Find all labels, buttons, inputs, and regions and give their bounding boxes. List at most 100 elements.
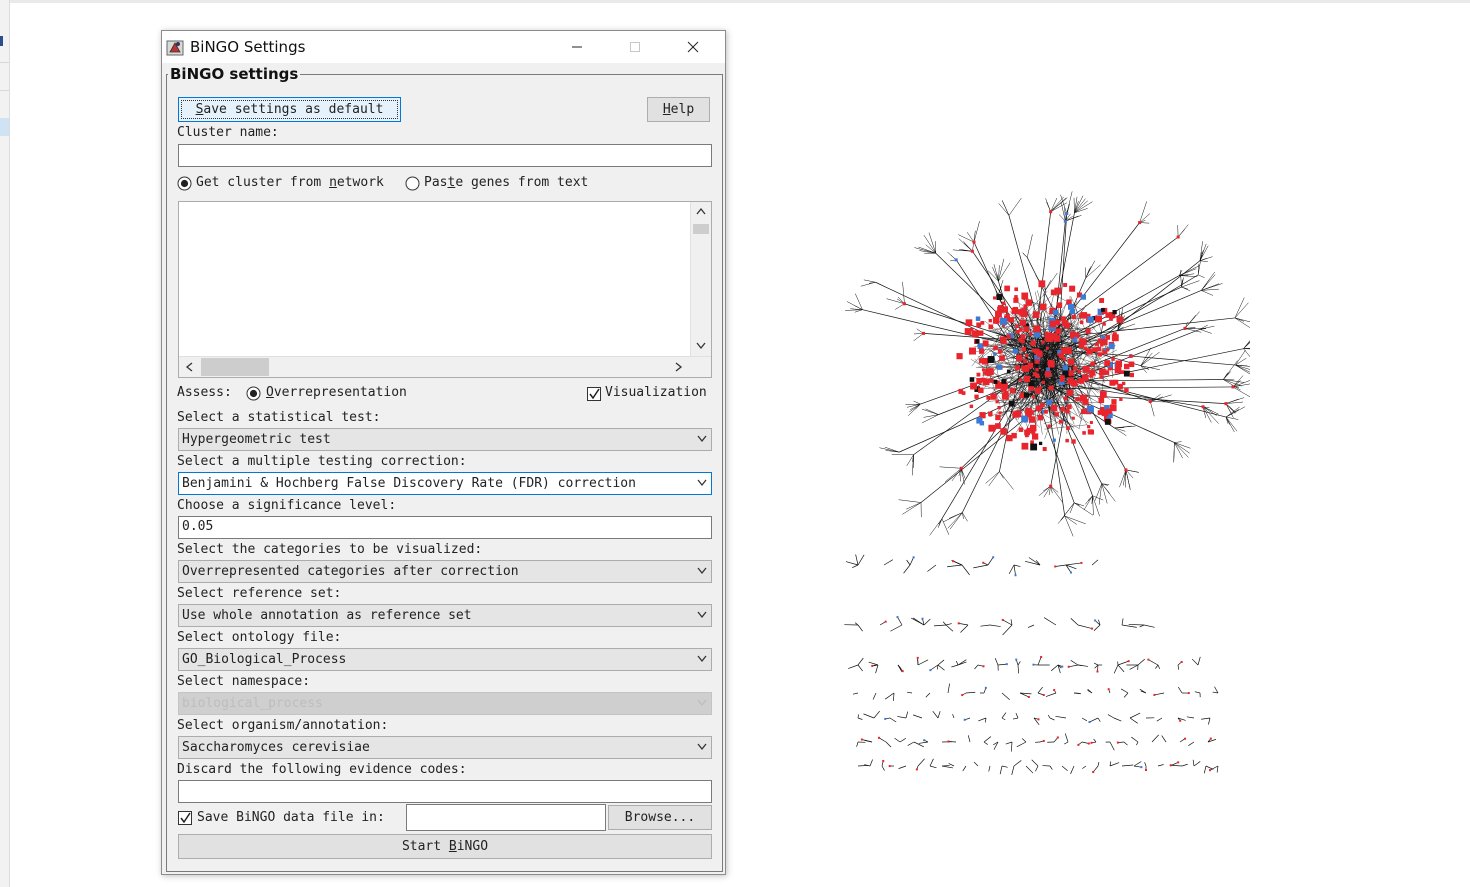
network-node[interactable] <box>1015 324 1019 329</box>
network-node[interactable] <box>969 347 976 355</box>
network-node[interactable] <box>952 560 955 563</box>
network-node[interactable] <box>878 736 881 739</box>
network-node[interactable] <box>1124 468 1128 472</box>
scroll-left-icon[interactable] <box>185 362 193 372</box>
network-node[interactable] <box>1021 346 1026 352</box>
network-node[interactable] <box>995 423 1001 429</box>
network-node[interactable] <box>978 387 984 394</box>
network-node[interactable] <box>1037 414 1044 421</box>
network-node[interactable] <box>998 411 1002 415</box>
network-node[interactable] <box>1006 334 1011 339</box>
network-node[interactable] <box>1034 359 1040 364</box>
network-node[interactable] <box>1031 395 1035 399</box>
network-node[interactable] <box>1018 378 1022 382</box>
network-node[interactable] <box>1153 693 1156 696</box>
network-node[interactable] <box>977 380 981 384</box>
network-node[interactable] <box>1041 340 1045 344</box>
reference-set-select[interactable]: Use whole annotation as reference set <box>178 604 712 627</box>
network-node[interactable] <box>993 379 998 384</box>
get-cluster-from-network-label[interactable]: Get cluster from network <box>196 175 384 190</box>
network-node[interactable] <box>912 556 915 559</box>
network-node[interactable] <box>977 343 984 350</box>
network-node[interactable] <box>992 317 1000 324</box>
network-node[interactable] <box>978 358 985 364</box>
network-node[interactable] <box>1006 369 1011 374</box>
network-node[interactable] <box>970 249 974 253</box>
network-node[interactable] <box>1021 365 1027 372</box>
network-node[interactable] <box>1069 571 1072 574</box>
genes-text-area[interactable] <box>178 201 712 378</box>
network-node[interactable] <box>1015 309 1021 315</box>
network-node[interactable] <box>997 406 1001 410</box>
network-node[interactable] <box>1089 420 1093 425</box>
network-node[interactable] <box>1000 317 1008 325</box>
network-node[interactable] <box>1057 349 1062 354</box>
network-node[interactable] <box>1020 339 1025 344</box>
network-node[interactable] <box>1039 303 1047 311</box>
network-node[interactable] <box>1102 322 1106 326</box>
network-node[interactable] <box>996 364 1003 370</box>
network-node[interactable] <box>922 331 926 335</box>
network-node[interactable] <box>1090 741 1093 744</box>
network-node[interactable] <box>1023 375 1031 383</box>
network-node[interactable] <box>1086 348 1093 355</box>
network-node[interactable] <box>1031 433 1039 440</box>
network-node[interactable] <box>1049 210 1053 214</box>
network-node[interactable] <box>1063 219 1067 223</box>
network-node[interactable] <box>1101 308 1105 312</box>
network-node[interactable] <box>1079 338 1086 345</box>
network-node[interactable] <box>974 394 979 399</box>
network-node[interactable] <box>979 412 986 419</box>
network-node[interactable] <box>970 382 978 390</box>
network-node[interactable] <box>964 328 972 335</box>
network-node[interactable] <box>1045 346 1049 350</box>
network-node[interactable] <box>1201 405 1205 409</box>
network-node[interactable] <box>975 316 981 321</box>
network-node[interactable] <box>1092 771 1095 774</box>
network-node[interactable] <box>884 620 887 623</box>
network-node[interactable] <box>1000 385 1007 392</box>
network-node[interactable] <box>1040 655 1043 658</box>
network-node[interactable] <box>1184 737 1187 740</box>
network-node[interactable] <box>963 718 966 721</box>
network-node[interactable] <box>915 768 918 771</box>
network-node[interactable] <box>988 424 996 432</box>
network-node[interactable] <box>1087 316 1094 323</box>
categories-visualized-select[interactable]: Overrepresented categories after correct… <box>178 560 712 583</box>
network-node[interactable] <box>1065 211 1069 215</box>
network-node[interactable] <box>1104 419 1111 425</box>
network-node[interactable] <box>1005 313 1010 319</box>
network-node[interactable] <box>984 686 987 689</box>
network-node[interactable] <box>1032 663 1035 666</box>
network-node[interactable] <box>1183 326 1187 330</box>
network-node[interactable] <box>1067 665 1070 668</box>
paste-genes-from-text-radio[interactable] <box>405 176 420 191</box>
network-graph-view[interactable] <box>840 150 1250 780</box>
network-node[interactable] <box>961 391 966 395</box>
network-node[interactable] <box>1037 718 1040 721</box>
network-node[interactable] <box>959 466 963 470</box>
network-node[interactable] <box>1005 663 1008 666</box>
network-node[interactable] <box>1059 419 1063 424</box>
network-node[interactable] <box>1030 440 1034 445</box>
network-node[interactable] <box>978 330 984 336</box>
network-node[interactable] <box>1052 309 1059 315</box>
network-node[interactable] <box>1001 301 1006 306</box>
close-button[interactable] <box>670 31 716 63</box>
network-node[interactable] <box>1021 415 1029 423</box>
network-node[interactable] <box>982 665 985 668</box>
network-node[interactable] <box>1037 329 1041 333</box>
network-node[interactable] <box>988 324 994 330</box>
network-node[interactable] <box>1117 383 1123 390</box>
network-node[interactable] <box>1111 357 1115 361</box>
network-node[interactable] <box>1048 385 1054 391</box>
network-node[interactable] <box>929 669 932 672</box>
network-node[interactable] <box>1001 378 1007 384</box>
network-node[interactable] <box>1097 352 1102 357</box>
network-node[interactable] <box>1019 319 1027 326</box>
network-node[interactable] <box>1035 373 1040 378</box>
network-node[interactable] <box>999 355 1005 361</box>
network-node[interactable] <box>1078 343 1084 349</box>
ontology-file-select[interactable]: GO_Biological_Process <box>178 648 712 671</box>
network-node[interactable] <box>1061 665 1064 668</box>
